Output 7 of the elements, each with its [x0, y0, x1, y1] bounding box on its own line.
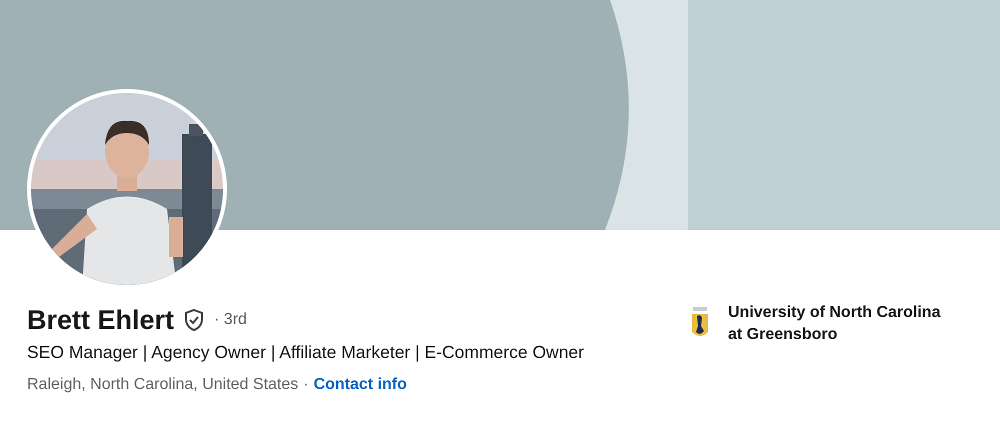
separator-dot: · — [303, 375, 309, 395]
connection-degree: · 3rd — [214, 311, 247, 329]
profile-location: Raleigh, North Carolina, United States — [27, 375, 298, 395]
school-link[interactable]: University of North Carolina at Greensboro — [728, 302, 958, 346]
profile-name: Brett Ehlert — [27, 304, 174, 337]
profile-headline: SEO Manager | Agency Owner | Affiliate Marketer | E-Commerce Owner — [27, 341, 585, 364]
contact-info-link[interactable]: Contact info — [314, 374, 407, 396]
